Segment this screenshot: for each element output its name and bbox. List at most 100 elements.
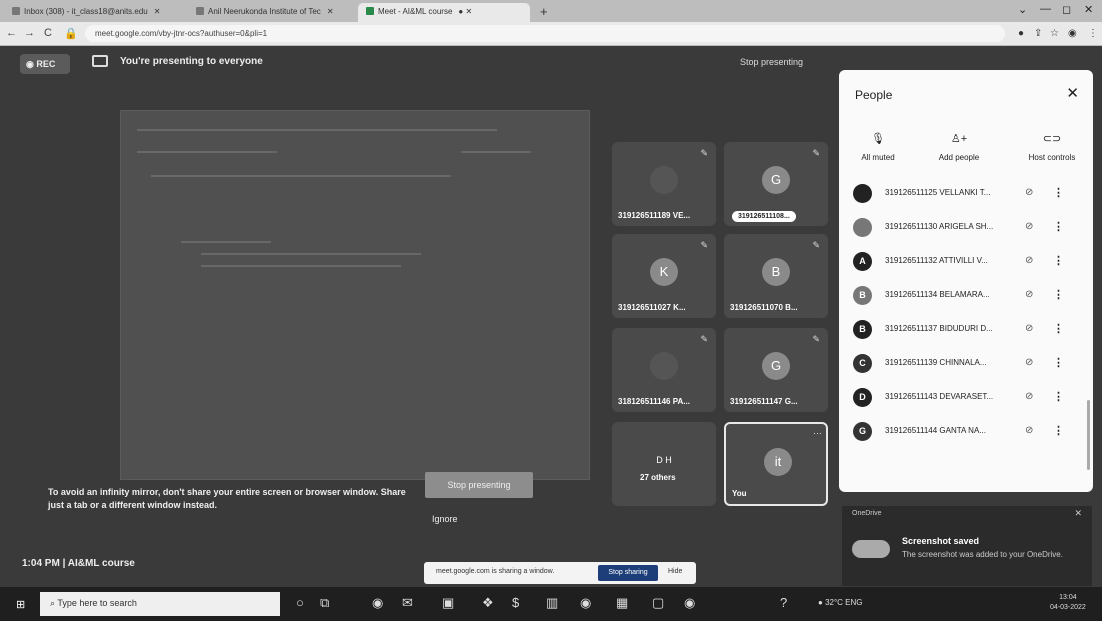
more-icon[interactable]: ⋮ — [1053, 288, 1064, 301]
close-tab-icon[interactable]: ✕ — [154, 7, 161, 16]
minimize-button[interactable]: — — [1040, 3, 1051, 15]
participant-tile[interactable]: G ✎ 319126511108... — [724, 142, 828, 226]
gmail-icon — [12, 7, 20, 15]
mic-off-icon: ⊘ — [1025, 289, 1034, 300]
profile-icon[interactable]: ◉ — [1068, 28, 1077, 39]
address-bar-row: ← → C 🔒 meet.google.com/vby-jtnr-ocs?aut… — [0, 22, 1102, 46]
more-icon[interactable]: ⋮ — [1053, 186, 1064, 199]
reload-icon[interactable]: C — [44, 27, 52, 39]
scrollbar[interactable] — [1087, 400, 1090, 470]
all-muted-button[interactable]: 🎙 All muted — [853, 132, 903, 162]
tab-meet[interactable]: Meet - AI&ML course ● ✕ — [358, 3, 530, 22]
mic-off-icon: ✎ — [812, 240, 820, 250]
cortana-icon[interactable]: ○ — [296, 595, 304, 610]
taskbar: ⊞ ⌕ Type here to search ○ ⧉ ◉ ✉ ▣ ❖ $ ▥ … — [0, 587, 1102, 621]
more-options-icon[interactable]: ⋯ — [813, 428, 822, 439]
close-icon[interactable]: ✕ — [1066, 84, 1079, 102]
app-icon[interactable]: ▥ — [546, 595, 558, 611]
maximize-button[interactable]: ◻ — [1062, 3, 1071, 16]
host-controls-button[interactable]: ⊂⊃ Host controls — [1017, 132, 1087, 162]
avatar — [650, 166, 678, 194]
add-people-button[interactable]: ♙+ Add people — [929, 132, 989, 162]
mic-off-icon: ⊘ — [1025, 187, 1034, 198]
participant-row[interactable]: A 319126511132 ATTIVILLI V... ⊘ ⋮ — [853, 248, 1083, 278]
taskbar-search-input[interactable]: ⌕ Type here to search — [40, 592, 280, 616]
participant-row[interactable]: C 319126511139 CHINNALA... ⊘ ⋮ — [853, 350, 1083, 380]
url-field[interactable]: meet.google.com/vby-jtnr-ocs?authuser=0&… — [85, 25, 1005, 42]
participant-tile[interactable]: G ✎ 319126511147 G... — [724, 328, 828, 412]
app-icon[interactable]: $ — [512, 595, 519, 610]
close-tab-icon[interactable]: ● ✕ — [458, 7, 472, 16]
close-window-button[interactable]: ✕ — [1084, 3, 1093, 16]
avatar — [853, 184, 872, 203]
chrome-icon[interactable]: ◉ — [372, 595, 383, 611]
tab-anits[interactable]: Anil Neerukonda Institute of Tec ✕ — [188, 3, 366, 22]
dropbox-icon[interactable]: ❖ — [482, 595, 494, 611]
task-view-icon[interactable]: ⧉ — [320, 595, 329, 611]
stop-presenting-button[interactable]: Stop presenting — [425, 472, 533, 498]
star-icon[interactable]: ☆ — [1050, 28, 1059, 39]
app-icon[interactable]: ▢ — [652, 595, 664, 611]
back-icon[interactable]: ← — [6, 27, 17, 39]
help-icon[interactable]: ? — [780, 595, 787, 610]
more-icon[interactable]: ⋮ — [1053, 220, 1064, 233]
participant-tile[interactable]: ✎ 318126511146 PA... — [612, 328, 716, 412]
system-tray[interactable]: ● 32°C ENG — [818, 598, 863, 607]
participant-tile[interactable]: ✎ 319126511189 VE... — [612, 142, 716, 226]
participant-row[interactable]: B 319126511137 BIDUDURI D... ⊘ ⋮ — [853, 316, 1083, 346]
others-tile[interactable]: D H 27 others — [612, 422, 716, 506]
more-icon[interactable]: ⋮ — [1053, 322, 1064, 335]
stop-sharing-button[interactable]: Stop sharing — [598, 565, 658, 581]
close-tab-icon[interactable]: ✕ — [327, 7, 334, 16]
mail-icon[interactable]: ✉ — [402, 595, 413, 611]
more-icon[interactable]: ⋮ — [1053, 424, 1064, 437]
share-icon[interactable]: ⇪ — [1034, 28, 1042, 39]
more-icon[interactable]: ⋮ — [1053, 254, 1064, 267]
participant-row[interactable]: 319126511125 VELLANKI T... ⊘ ⋮ — [853, 180, 1083, 210]
mic-off-icon: ✎ — [812, 334, 820, 344]
new-tab-button[interactable]: + — [540, 4, 548, 19]
screen: Inbox (308) - it_class18@anits.edu ✕ Anil… — [0, 0, 1102, 621]
notification-app: OneDrive — [852, 510, 882, 517]
sharing-notification-bar: meet.google.com is sharing a window. Sto… — [424, 562, 696, 584]
chrome-icon[interactable]: ◉ — [684, 595, 695, 611]
more-icon[interactable]: ⋮ — [1053, 390, 1064, 403]
camera-icon[interactable]: ● — [1018, 28, 1024, 39]
avatar: B — [762, 258, 790, 286]
tab-search-icon[interactable]: ⌄ — [1018, 3, 1027, 16]
participant-row[interactable]: D 319126511143 DEVARASET... ⊘ ⋮ — [853, 384, 1083, 414]
mic-off-icon: ⊘ — [1025, 323, 1034, 334]
avatar — [853, 218, 872, 237]
menu-icon[interactable]: ⋮ — [1088, 28, 1098, 39]
participant-row[interactable]: 319126511130 ARIGELA SH... ⊘ ⋮ — [853, 214, 1083, 244]
clock[interactable]: 13:04 04-03-2022 — [1050, 593, 1086, 613]
hide-button[interactable]: Hide — [668, 568, 682, 575]
participant-row[interactable]: G 319126511144 GANTA NA... ⊘ ⋮ — [853, 418, 1083, 448]
mic-off-icon: ✎ — [812, 148, 820, 158]
cloud-icon — [852, 540, 890, 558]
panel-title: People — [855, 88, 893, 102]
stop-presenting-link[interactable]: Stop presenting — [740, 57, 803, 67]
chrome-icon[interactable]: ◉ — [580, 595, 591, 611]
participant-name-pill: 319126511108... — [732, 211, 796, 222]
ignore-button[interactable]: Ignore — [432, 514, 458, 524]
app-icon[interactable]: ▦ — [616, 595, 628, 611]
rec-badge: ◉ REC — [20, 54, 70, 74]
mic-off-icon: ⊘ — [1025, 357, 1034, 368]
meet-area: ◉ REC You're presenting to everyone Stop… — [0, 46, 1102, 587]
more-icon[interactable]: ⋮ — [1053, 356, 1064, 369]
tab-inbox[interactable]: Inbox (308) - it_class18@anits.edu ✕ — [4, 3, 184, 22]
photos-icon[interactable]: ▣ — [442, 595, 454, 611]
participant-tile[interactable]: K ✎ 319126511027 K... — [612, 234, 716, 318]
windows-start-icon[interactable]: ⊞ — [16, 598, 25, 611]
participant-row[interactable]: B 319126511134 BELAMARA... ⊘ ⋮ — [853, 282, 1083, 312]
onedrive-notification[interactable]: OneDrive ✕ Screenshot saved The screensh… — [842, 506, 1092, 586]
site-icon — [196, 7, 204, 15]
forward-icon[interactable]: → — [24, 27, 35, 39]
mic-off-icon: ⊘ — [1025, 221, 1034, 232]
avatar: D — [853, 388, 872, 407]
close-icon[interactable]: ✕ — [1074, 508, 1082, 519]
self-tile[interactable]: it ⋯ You — [724, 422, 828, 506]
participant-tile[interactable]: B ✎ 319126511070 B... — [724, 234, 828, 318]
notification-title: Screenshot saved — [902, 536, 980, 546]
